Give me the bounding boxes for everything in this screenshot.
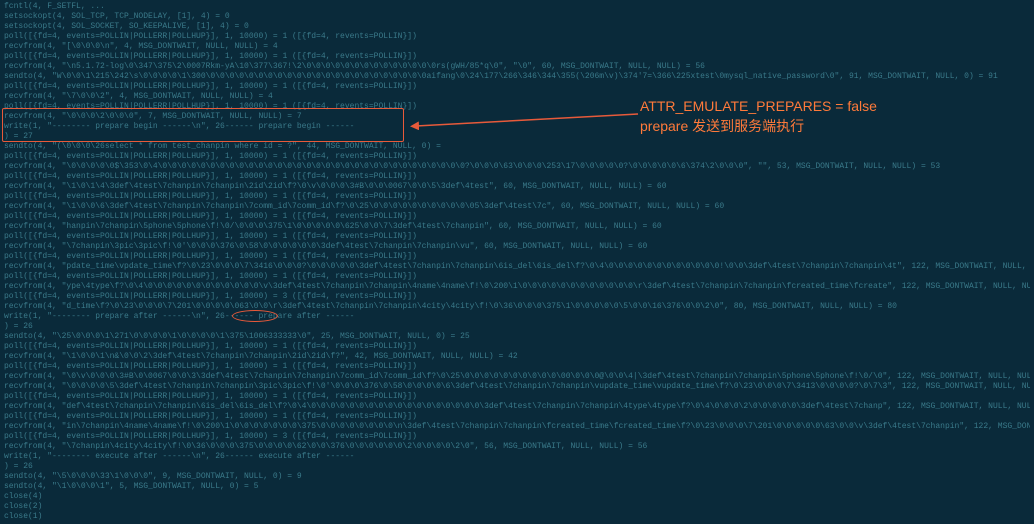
terminal-line: poll([{fd=4, events=POLLIN|POLLERR|POLLH… — [4, 252, 1030, 262]
terminal-line: recvfrom(4, "\0\0\0\0\0$\353\0\4\0\0\0\0… — [4, 162, 1030, 172]
terminal-line: poll([{fd=4, events=POLLIN|POLLERR|POLLH… — [4, 172, 1030, 182]
terminal-line: poll([{fd=4, events=POLLIN|POLLERR|POLLH… — [4, 292, 1030, 302]
terminal-line: recvfrom(4, "\n5.1.72-log\0\347\375\2\00… — [4, 62, 1030, 72]
annotation-line-2: prepare 发送到服务端执行 — [640, 116, 877, 136]
terminal-line: ) = 26 — [4, 462, 1030, 472]
terminal-line: sendto(4, "\25\0\0\0\1\271\0\0\0\0\1\0\0… — [4, 332, 1030, 342]
terminal-line: setsockopt(4, SOL_SOCKET, SO_KEEPALIVE, … — [4, 22, 1030, 32]
annotation-text: ATTR_EMULATE_PREPARES = false prepare 发送… — [640, 96, 877, 136]
terminal-line: poll([{fd=4, events=POLLIN|POLLERR|POLLH… — [4, 432, 1030, 442]
terminal-line: sendto(4, "W\0\0\1\215\242\s\0\0\0\0\1\3… — [4, 72, 1030, 82]
terminal-line: recvfrom(4, "\7chanpin\3pic\3pic\f!\0'\0… — [4, 242, 1030, 252]
terminal-line: recvfrom(4, "\1\0\0\6\3def\4test\7chanpi… — [4, 202, 1030, 212]
terminal-line: recvfrom(4, "def\4test\7chanpin\7chanpin… — [4, 402, 1030, 412]
terminal-line: recvfrom(4, "hanpin\7chanpin\5phone\5pho… — [4, 222, 1030, 232]
terminal-line: recvfrom(4, "d_time\f?\0\23\0\0\0\7\201\… — [4, 302, 1030, 312]
terminal-line: poll([{fd=4, events=POLLIN|POLLERR|POLLH… — [4, 82, 1030, 92]
terminal-line: poll([{fd=4, events=POLLIN|POLLERR|POLLH… — [4, 362, 1030, 372]
terminal-line: poll([{fd=4, events=POLLIN|POLLERR|POLLH… — [4, 52, 1030, 62]
terminal-line: poll([{fd=4, events=POLLIN|POLLERR|POLLH… — [4, 272, 1030, 282]
terminal-line: setsockopt(4, SOL_TCP, TCP_NODELAY, [1],… — [4, 12, 1030, 22]
terminal-line: close(1) — [4, 512, 1030, 522]
terminal-line: poll([{fd=4, events=POLLIN|POLLERR|POLLH… — [4, 342, 1030, 352]
terminal-line: sendto(4, "\5\0\0\0\33\1\0\0\0", 9, MSG_… — [4, 472, 1030, 482]
terminal-line: poll([{fd=4, events=POLLIN|POLLERR|POLLH… — [4, 232, 1030, 242]
terminal-line: recvfrom(4, "\7chanpin\4city\4city\f!\0\… — [4, 442, 1030, 452]
terminal-line: poll([{fd=4, events=POLLIN|POLLERR|POLLH… — [4, 412, 1030, 422]
terminal-line: sendto(4, "(\0\0\0\26select * from test_… — [4, 142, 1030, 152]
terminal-line: recvfrom(4, "[\0\0\0\n", 4, MSG_DONTWAIT… — [4, 42, 1030, 52]
terminal-line: recvfrom(4, "pdate_time\vpdate_time\f?\0… — [4, 262, 1030, 272]
terminal-line: recvfrom(4, "\1\0\1\4\3def\4test\7chanpi… — [4, 182, 1030, 192]
terminal-line: recvfrom(4, "ype\4type\f?\0\4\0\0\0\0\0\… — [4, 282, 1030, 292]
terminal-line: poll([{fd=4, events=POLLIN|POLLERR|POLLH… — [4, 192, 1030, 202]
terminal-line: poll([{fd=4, events=POLLIN|POLLERR|POLLH… — [4, 392, 1030, 402]
terminal-line: recvfrom(4, "\0\0\0\0\5\3def\4test\7chan… — [4, 382, 1030, 392]
terminal-line: poll([{fd=4, events=POLLIN|POLLERR|POLLH… — [4, 32, 1030, 42]
terminal-line: sendto(4, "\1\0\0\0\1", 5, MSG_DONTWAIT,… — [4, 482, 1030, 492]
terminal-line: poll([{fd=4, events=POLLIN|POLLERR|POLLH… — [4, 152, 1030, 162]
terminal-line: write(1, "-------- execute after ------\… — [4, 452, 1030, 462]
terminal-output: fcntl(4, F_SETFL, ...setsockopt(4, SOL_T… — [0, 0, 1034, 524]
annotation-line-1: ATTR_EMULATE_PREPARES = false — [640, 96, 877, 116]
terminal-line: close(2) — [4, 502, 1030, 512]
terminal-line: recvfrom(4, "\0\v\0\0\0\3#B\0\0067\0\0\3… — [4, 372, 1030, 382]
terminal-line: recvfrom(4, "\1\0\0\1\n&\0\0\2\3def\4tes… — [4, 352, 1030, 362]
terminal-line: ) = 26 — [4, 322, 1030, 332]
terminal-line: recvfrom(4, "in\7chanpin\4name\4name\f!\… — [4, 422, 1030, 432]
terminal-line: poll([{fd=4, events=POLLIN|POLLERR|POLLH… — [4, 212, 1030, 222]
terminal-line: close(4) — [4, 492, 1030, 502]
terminal-line: write(1, "-------- prepare after ------\… — [4, 312, 1030, 322]
terminal-line: fcntl(4, F_SETFL, ... — [4, 2, 1030, 12]
